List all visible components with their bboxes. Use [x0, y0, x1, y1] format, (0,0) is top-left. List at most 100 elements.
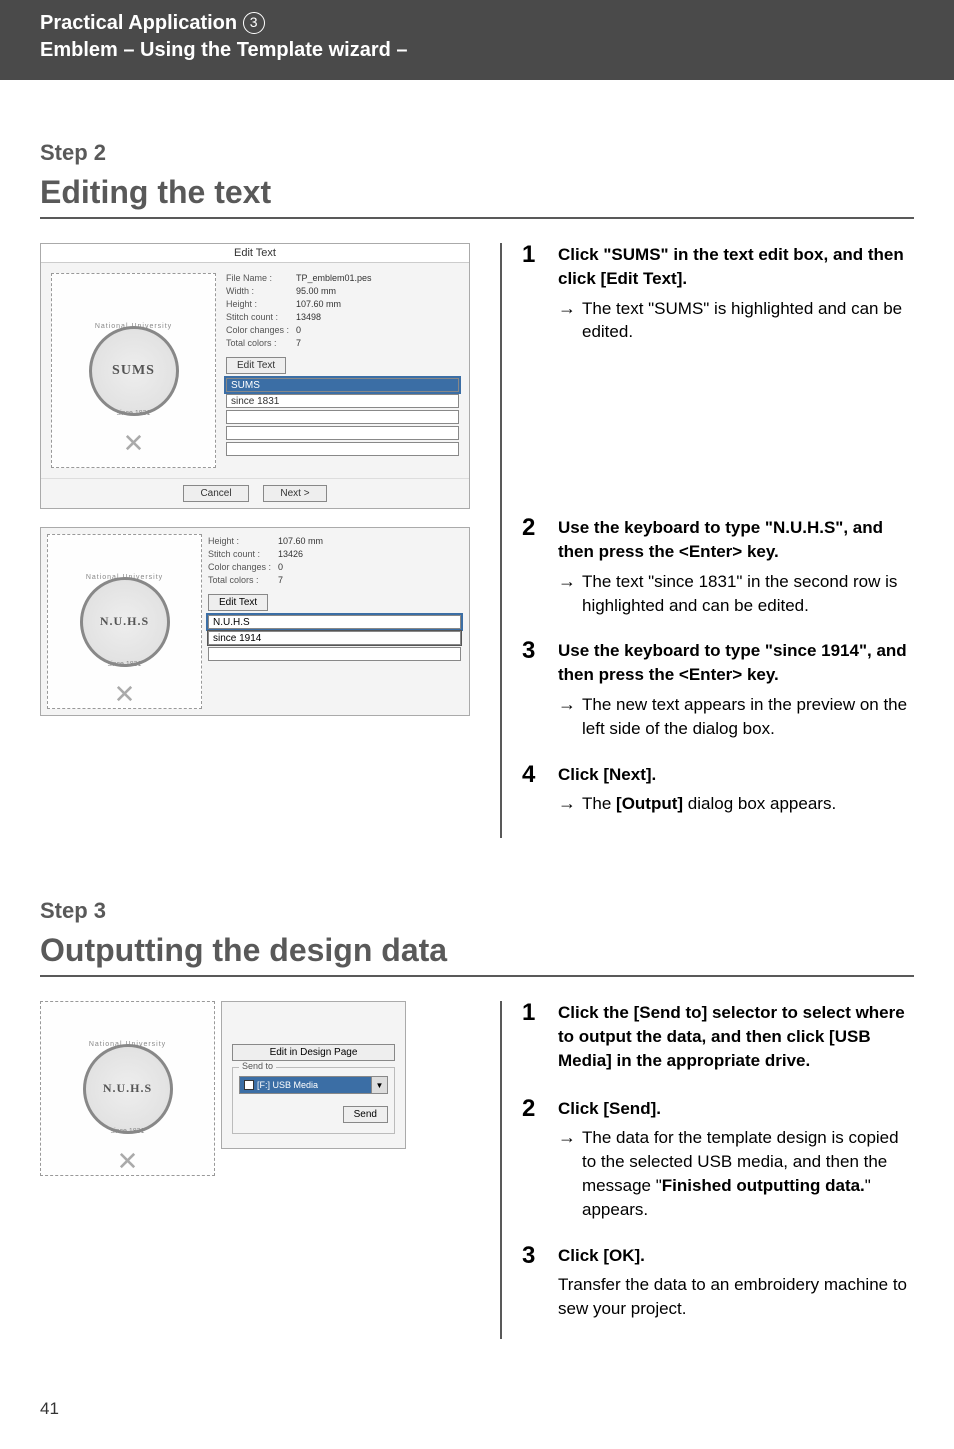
text-field-4[interactable]: [226, 426, 459, 440]
color-changes-value: 0: [296, 325, 301, 335]
step-number: 1: [522, 1001, 558, 1078]
edit-text-button-2[interactable]: Edit Text: [208, 594, 268, 611]
page-number: 41: [0, 1399, 954, 1449]
step2-item-2: 2 Use the keyboard to type "N.U.H.S", an…: [522, 516, 914, 621]
arrow-icon: →: [558, 693, 582, 716]
text-field-3b[interactable]: [208, 647, 461, 661]
header-prefix: Practical Application: [40, 12, 243, 34]
total-colors-label-2: Total colors :: [208, 575, 278, 585]
header-line1: Practical Application 3: [40, 12, 914, 35]
stitch-value: 13498: [296, 312, 321, 322]
instruction-text: Use the keyboard to type "N.U.H.S", and …: [558, 516, 914, 564]
emblem-graphic: National University SUMS since 1831 ✕: [74, 301, 194, 441]
stitch-label: Stitch count :: [226, 312, 296, 322]
emblem-circle: National University SUMS since 1831: [89, 326, 179, 416]
text-field-5[interactable]: [226, 442, 459, 456]
step-number: 2: [522, 1097, 558, 1226]
text-field-2b[interactable]: since 1914: [208, 631, 461, 645]
step3-item-2: 2 Click [Send]. → The data for the templ…: [522, 1097, 914, 1226]
dialog1-body: National University SUMS since 1831 ✕ Fi…: [41, 263, 469, 478]
emblem-arc-bottom-3: since 1831: [111, 1128, 145, 1135]
edit-in-design-page-button[interactable]: Edit in Design Page: [232, 1044, 395, 1061]
step2-right: 1 Click "SUMS" in the text edit box, and…: [500, 243, 914, 838]
height-label: Height :: [226, 299, 296, 309]
emblem-center-text: SUMS: [112, 363, 155, 379]
emblem-graphic-3: National University N.U.H.S since 1831 ✕: [68, 1019, 188, 1159]
emblem-center-text-2: N.U.H.S: [100, 614, 149, 629]
output-dialog: National University N.U.H.S since 1831 ✕…: [40, 1001, 470, 1176]
dialog1-info: File Name :TP_emblem01.pes Width :95.00 …: [226, 273, 459, 468]
total-colors-value-2: 7: [278, 575, 283, 585]
color-changes-label-2: Color changes :: [208, 562, 278, 572]
result-bold: [Output]: [616, 794, 683, 813]
color-changes-value-2: 0: [278, 562, 283, 572]
dialog1-preview: National University SUMS since 1831 ✕: [51, 273, 216, 468]
emblem-center-text-3: N.U.H.S: [103, 1081, 152, 1096]
text-field-1[interactable]: SUMS: [226, 378, 459, 392]
emblem-circle-3: National University N.U.H.S since 1831: [83, 1044, 173, 1134]
dialog1-footer: Cancel Next >: [41, 478, 469, 508]
emblem-arc-top-3: National University: [89, 1041, 166, 1048]
step3-label: Step 3: [40, 898, 914, 924]
dialog1-title: Edit Text: [41, 244, 469, 263]
step-number: 2: [522, 516, 558, 621]
instruction-text: Use the keyboard to type "since 1914", a…: [558, 639, 914, 687]
total-colors-label: Total colors :: [226, 338, 296, 348]
edit-text-button[interactable]: Edit Text: [226, 357, 286, 374]
step3-item-1: 1 Click the [Send to] selector to select…: [522, 1001, 914, 1078]
page-content: Step 2 Editing the text Edit Text Nation…: [0, 80, 954, 1399]
instruction-text: Click [OK].: [558, 1244, 914, 1268]
height-label-2: Height :: [208, 536, 278, 546]
width-value: 95.00 mm: [296, 286, 336, 296]
height-value: 107.60 mm: [296, 299, 341, 309]
result-post: dialog box appears.: [683, 794, 836, 813]
emblem-arc-bottom: since 1831: [117, 410, 151, 417]
result-text: The data for the template design is copi…: [582, 1126, 914, 1221]
result-pre: The: [582, 794, 616, 813]
step-number: 1: [522, 243, 558, 348]
dialog2-preview: National University N.U.H.S since 1831 ✕: [47, 534, 202, 709]
send-to-combo[interactable]: [F:] USB Media ▼: [239, 1076, 388, 1094]
laurel-icon: ✕: [123, 428, 145, 459]
step3-right: 1 Click the [Send to] selector to select…: [500, 1001, 914, 1339]
cancel-button[interactable]: Cancel: [183, 485, 248, 502]
next-button[interactable]: Next >: [263, 485, 326, 502]
dialog3-preview: National University N.U.H.S since 1831 ✕: [40, 1001, 215, 1176]
height-value-2: 107.60 mm: [278, 536, 323, 546]
step3-left: National University N.U.H.S since 1831 ✕…: [40, 1001, 470, 1339]
text-field-3[interactable]: [226, 410, 459, 424]
step2-label: Step 2: [40, 140, 914, 166]
total-colors-value: 7: [296, 338, 301, 348]
step2-left: Edit Text National University SUMS since…: [40, 243, 470, 838]
emblem-arc-bottom-2: since 1831: [108, 661, 142, 668]
instruction-text: Click [Next].: [558, 763, 914, 787]
instruction-text: Click [Send].: [558, 1097, 914, 1121]
file-name-value: TP_emblem01.pes: [296, 273, 372, 283]
instruction-text: Click "SUMS" in the text edit box, and t…: [558, 243, 914, 291]
width-label: Width :: [226, 286, 296, 296]
arrow-icon: →: [558, 570, 582, 593]
edit-text-dialog-1: Edit Text National University SUMS since…: [40, 243, 470, 509]
dialog2-info: Height :107.60 mm Stitch count :13426 Co…: [208, 528, 469, 715]
chevron-down-icon[interactable]: ▼: [371, 1077, 387, 1093]
step3-title: Outputting the design data: [40, 932, 914, 977]
step2-item-3: 3 Use the keyboard to type "since 1914",…: [522, 639, 914, 744]
result-text: The [Output] dialog box appears.: [582, 792, 914, 816]
edit-text-dialog-2: National University N.U.H.S since 1831 ✕…: [40, 527, 470, 716]
file-name-label: File Name :: [226, 273, 296, 283]
emblem-circle-2: National University N.U.H.S since 1831: [80, 577, 170, 667]
step2-item-1: 1 Click "SUMS" in the text edit box, and…: [522, 243, 914, 348]
step3-columns: National University N.U.H.S since 1831 ✕…: [40, 1001, 914, 1339]
step3-item-3: 3 Click [OK]. Transfer the data to an em…: [522, 1244, 914, 1321]
sub-text: Transfer the data to an embroidery machi…: [558, 1273, 914, 1321]
instruction-text: Click the [Send to] selector to select w…: [558, 1001, 914, 1072]
output-panel: Edit in Design Page Send to [F:] USB Med…: [221, 1001, 406, 1149]
step2-item-4: 4 Click [Next]. → The [Output] dialog bo…: [522, 763, 914, 821]
step2-title: Editing the text: [40, 174, 914, 219]
arrow-icon: →: [558, 297, 582, 320]
text-field-2[interactable]: since 1831: [226, 394, 459, 408]
combo-selected: [F:] USB Media: [240, 1077, 371, 1093]
send-button[interactable]: Send: [343, 1106, 388, 1123]
text-field-1b[interactable]: N.U.H.S: [208, 615, 461, 629]
result-text: The new text appears in the preview on t…: [582, 693, 914, 741]
